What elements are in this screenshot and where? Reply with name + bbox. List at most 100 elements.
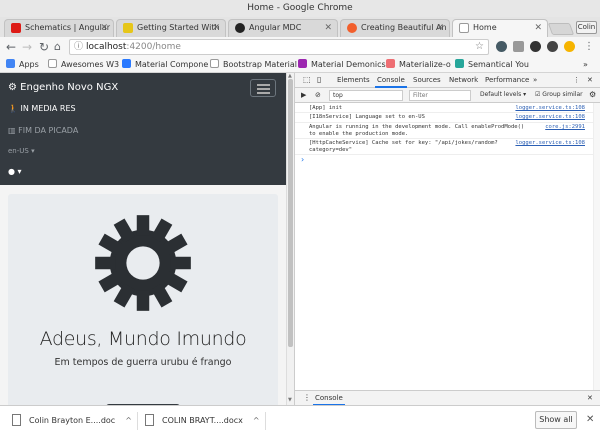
bookmark-materialize[interactable]: Materialize-o: [386, 57, 451, 72]
close-icon[interactable]: ✕: [324, 20, 332, 36]
inspect-icon[interactable]: ⬚: [301, 73, 313, 87]
close-icon[interactable]: ✕: [100, 20, 108, 36]
extension-icon[interactable]: [513, 41, 524, 52]
scroll-down-icon[interactable]: ▼: [288, 397, 292, 403]
tab-network[interactable]: Network: [447, 73, 480, 87]
gear-icon: ⚙: [8, 82, 17, 93]
settings-icon[interactable]: ⚙: [587, 88, 598, 102]
close-icon[interactable]: ✕: [585, 73, 595, 87]
levels-select[interactable]: Default levels ▾: [478, 88, 528, 102]
apps-icon: [6, 59, 15, 68]
nav-item-media[interactable]: 🚶 IN MEDIA RES: [8, 104, 76, 113]
chevron-up-icon[interactable]: ^: [125, 416, 132, 425]
clear-console-icon[interactable]: ⊘: [313, 88, 323, 102]
tab-performance[interactable]: Performance: [483, 73, 531, 87]
devtools-drawer: ⋮ Console ✕: [295, 390, 600, 406]
building-icon: ▥: [8, 126, 16, 135]
log-source-link[interactable]: logger.service.ts:108: [515, 114, 585, 121]
page-scrollbar[interactable]: ▲ ▼: [286, 73, 294, 405]
drawer-tab-console[interactable]: Console: [313, 391, 345, 406]
chevron-up-icon[interactable]: ^: [253, 416, 260, 425]
more-bookmarks-icon[interactable]: »: [583, 57, 588, 72]
semantic-icon: [455, 59, 464, 68]
brand-label: Engenho Novo NGX: [20, 82, 119, 93]
hero-card: Adeus, Mundo Imundo Em tempos de guerra …: [8, 194, 278, 405]
bookmark-label: Bootstrap Material: [223, 60, 298, 69]
bookmark-semantical[interactable]: Semantical You: [455, 57, 529, 72]
bookmark-material-demonics[interactable]: Material Demonics: [298, 57, 386, 72]
sidebar-icon[interactable]: ▶: [299, 88, 308, 102]
console-log-row: [I18nService] Language set to en-US logg…: [295, 113, 600, 123]
scrollbar-thumb[interactable]: [288, 79, 293, 347]
bookmark-material-compone[interactable]: Material Compone: [122, 57, 208, 72]
language-label: en-US: [8, 147, 29, 155]
address-path: :4200/home: [126, 42, 181, 52]
nav-label: FIM DA PICADA: [18, 126, 79, 135]
log-message: [I18nService] Language set to en-US: [309, 114, 425, 120]
home-icon[interactable]: ⌂: [54, 39, 61, 55]
close-icon[interactable]: ✕: [534, 20, 542, 36]
menu-icon[interactable]: ⋮: [584, 39, 594, 55]
back-icon[interactable]: ←: [6, 39, 16, 55]
bookmark-label: Semantical You: [468, 60, 529, 69]
context-select[interactable]: top: [329, 90, 403, 101]
app-navbar: ⚙ Engenho Novo NGX 🚶 IN MEDIA RES ▥ FIM …: [0, 73, 286, 185]
group-similar-checkbox[interactable]: ☑ Group similar: [533, 88, 585, 102]
window-title: Home - Google Chrome: [0, 0, 600, 17]
info-icon[interactable]: ⓘ: [74, 40, 83, 54]
bookmark-apps[interactable]: Apps: [6, 57, 39, 72]
download-name: Colin Brayton E....doc: [29, 416, 116, 425]
log-source-link[interactable]: core.js:2991: [545, 124, 585, 131]
bookmark-label: Material Demonics: [311, 60, 386, 69]
drawer-menu-icon[interactable]: ⋮: [301, 391, 313, 405]
console-prompt[interactable]: ›: [301, 155, 304, 164]
demonics-icon: [298, 59, 307, 68]
extension-icon[interactable]: [564, 41, 575, 52]
log-source-link[interactable]: logger.service.ts:108: [515, 140, 585, 147]
bookmark-bootstrap[interactable]: Bootstrap Material: [210, 57, 297, 72]
device-icon[interactable]: ▯: [315, 73, 323, 87]
brand[interactable]: ⚙ Engenho Novo NGX: [8, 82, 118, 93]
address-bar[interactable]: ⓘ localhost:4200/home ☆: [69, 39, 489, 55]
log-message: Angular is running in the development mo…: [309, 124, 525, 137]
reload-icon[interactable]: ↻: [39, 39, 49, 55]
tab-creating-beautiful[interactable]: Creating Beautiful An ✕: [340, 19, 450, 37]
close-icon[interactable]: ✕: [585, 391, 595, 405]
more-tabs-icon[interactable]: »: [531, 73, 539, 87]
profile-button[interactable]: Colin: [576, 21, 597, 34]
tab-console[interactable]: Console: [375, 73, 407, 88]
nav-item-fim[interactable]: ▥ FIM DA PICADA: [8, 126, 78, 135]
log-source-link[interactable]: logger.service.ts:108: [515, 105, 585, 112]
star-icon[interactable]: ☆: [475, 40, 484, 54]
tab-schematics[interactable]: Schematics | Angular ✕: [4, 19, 114, 37]
tab-getting-started[interactable]: Getting Started With ✕: [116, 19, 226, 37]
extension-icon[interactable]: [547, 41, 558, 52]
new-tab-button[interactable]: [547, 23, 575, 35]
user-dropdown[interactable]: ● ▾: [8, 167, 22, 176]
console-scrollbar[interactable]: [593, 103, 600, 390]
gear-logo-icon: [95, 215, 191, 311]
close-icon[interactable]: ✕: [212, 20, 220, 36]
filter-input[interactable]: [409, 90, 471, 101]
download-item[interactable]: COLIN BRAYT....docx ^: [145, 411, 260, 431]
close-icon[interactable]: ✕: [436, 20, 444, 36]
bookmarks-bar: Apps Awesomes W3 Material Compone Bootst…: [0, 57, 600, 73]
tab-elements[interactable]: Elements: [335, 73, 372, 87]
downloads-bar: Colin Brayton E....doc ^ COLIN BRAYT....d…: [0, 405, 600, 435]
extension-icon[interactable]: [530, 41, 541, 52]
show-all-button[interactable]: Show all: [535, 411, 577, 429]
navbar-toggler-button[interactable]: [250, 79, 276, 97]
extension-icon[interactable]: [496, 41, 507, 52]
download-item[interactable]: Colin Brayton E....doc ^: [12, 411, 132, 431]
bookmark-awesomes[interactable]: Awesomes W3: [48, 57, 119, 72]
tab-angular-mdc[interactable]: Angular MDC ✕: [228, 19, 338, 37]
page-favicon-icon: [459, 23, 469, 33]
tab-sources[interactable]: Sources: [411, 73, 443, 87]
bookmark-label: Materialize-o: [399, 60, 451, 69]
menu-icon[interactable]: ⋮: [571, 73, 582, 87]
close-icon[interactable]: ✕: [586, 414, 594, 425]
language-dropdown[interactable]: en-US ▾: [8, 147, 35, 155]
forward-icon[interactable]: →: [22, 39, 32, 55]
tab-label: Schematics | Angular: [25, 23, 110, 32]
tab-home[interactable]: Home ✕: [452, 19, 548, 37]
